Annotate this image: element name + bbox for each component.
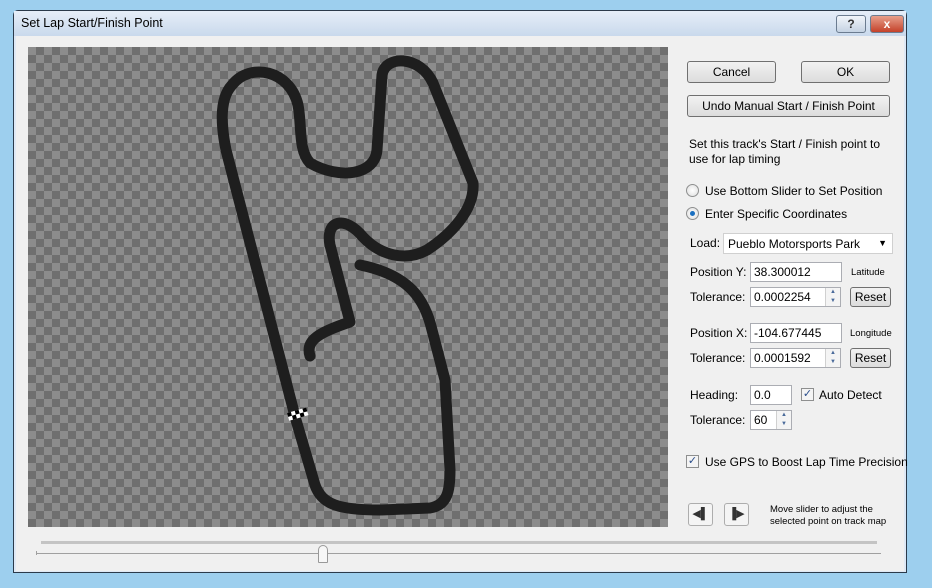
heading-input[interactable]: 0.0	[750, 385, 792, 405]
help-button[interactable]: ?	[836, 15, 866, 33]
chevron-down-icon: ▼	[878, 238, 887, 248]
step-forward-button[interactable]: ▐▶	[724, 503, 749, 526]
radio-use-slider[interactable]	[686, 184, 699, 197]
heading-tolerance-spinner[interactable]: ▲ ▼	[776, 411, 791, 429]
step-back-icon: ◀▌	[692, 508, 709, 520]
heading-tolerance-label: Tolerance:	[690, 413, 746, 427]
spin-up-icon[interactable]: ▲	[826, 288, 840, 297]
load-selected-value: Pueblo Motorsports Park	[728, 237, 861, 251]
instructions-text: Set this track's Start / Finish point to…	[689, 137, 881, 166]
spin-up-icon[interactable]: ▲	[826, 349, 840, 358]
radio-use-slider-label: Use Bottom Slider to Set Position	[705, 184, 883, 198]
longitude-label: Longitude	[850, 328, 892, 339]
position-y-input[interactable]: 38.300012	[750, 262, 842, 282]
radio-enter-coordinates[interactable]	[686, 207, 699, 220]
undo-manual-button[interactable]: Undo Manual Start / Finish Point	[687, 95, 890, 117]
track-path	[216, 55, 479, 516]
slider-tick	[36, 551, 37, 555]
reset-x-button[interactable]: Reset	[850, 348, 891, 368]
track-map[interactable]	[28, 47, 668, 527]
position-x-label: Position X:	[690, 326, 748, 340]
load-track-dropdown[interactable]: Pueblo Motorsports Park ▼	[723, 233, 893, 254]
slider-thumb[interactable]	[318, 545, 329, 563]
step-forward-icon: ▐▶	[728, 508, 745, 520]
spin-down-icon[interactable]: ▼	[777, 420, 791, 429]
title-bar: Set Lap Start/Finish Point ? x	[14, 11, 906, 36]
tolerance-y-spinner[interactable]: ▲ ▼	[825, 288, 840, 306]
reset-y-button[interactable]: Reset	[850, 287, 891, 307]
track-svg	[216, 55, 479, 516]
ok-button[interactable]: OK	[801, 61, 890, 83]
auto-detect-label: Auto Detect	[819, 388, 882, 402]
gps-boost-checkbox[interactable]: ✓	[686, 455, 699, 468]
spin-down-icon[interactable]: ▼	[826, 358, 840, 367]
gps-boost-label: Use GPS to Boost Lap Time Precision	[705, 455, 908, 469]
auto-detect-checkbox[interactable]: ✓	[801, 388, 814, 401]
spin-up-icon[interactable]: ▲	[777, 411, 791, 420]
window-title: Set Lap Start/Finish Point	[21, 16, 163, 30]
radio-enter-coordinates-label: Enter Specific Coordinates	[705, 207, 848, 221]
position-y-label: Position Y:	[690, 265, 747, 279]
tolerance-x-spinner[interactable]: ▲ ▼	[825, 349, 840, 367]
slider-track[interactable]	[36, 553, 881, 554]
tolerance-x-label: Tolerance:	[690, 351, 746, 365]
latitude-label: Latitude	[851, 267, 885, 278]
position-x-input[interactable]: -104.677445	[750, 323, 842, 343]
cancel-button[interactable]: Cancel	[687, 61, 776, 83]
load-label: Load:	[690, 236, 721, 250]
slider-hint-text: Move slider to adjust the selected point…	[770, 504, 887, 527]
spin-down-icon[interactable]: ▼	[826, 297, 840, 306]
tolerance-y-label: Tolerance:	[690, 290, 746, 304]
close-button[interactable]: x	[870, 15, 904, 33]
heading-label: Heading:	[690, 388, 739, 402]
step-back-button[interactable]: ◀▌	[688, 503, 713, 526]
slider-progress-track	[41, 541, 877, 544]
